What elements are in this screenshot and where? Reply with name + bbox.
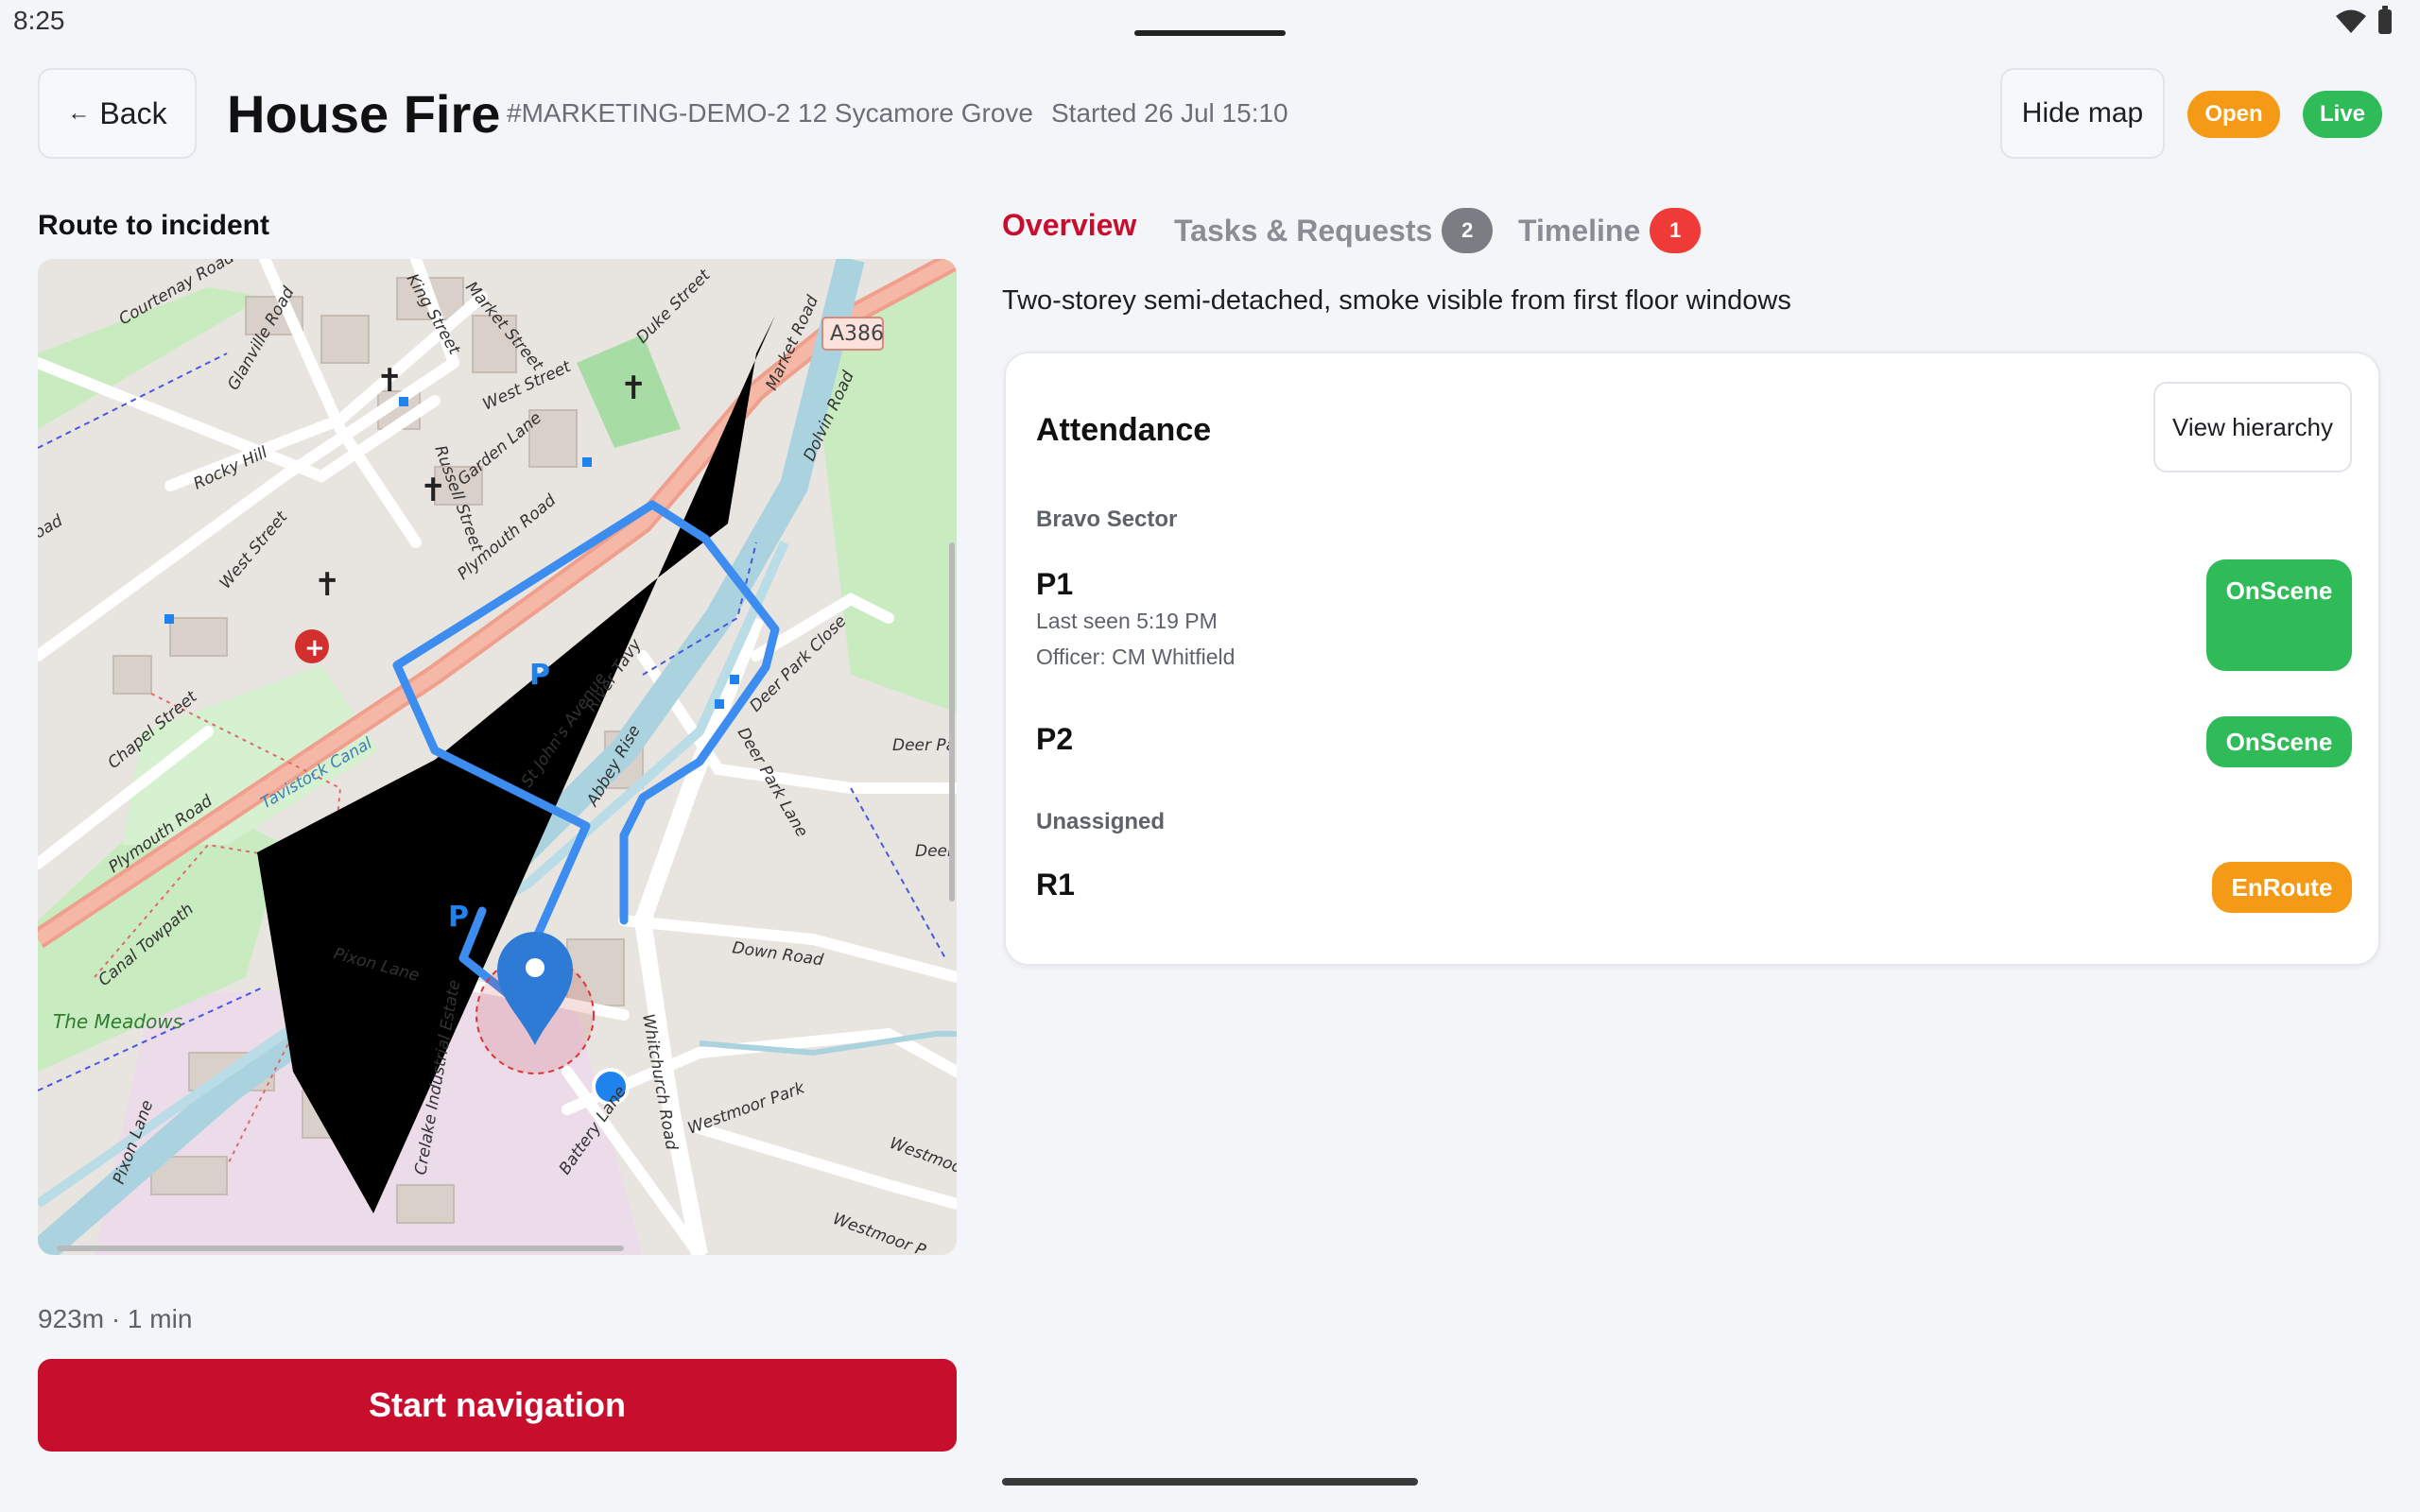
svg-text:✝: ✝ (620, 369, 648, 407)
view-hierarchy-button[interactable]: View hierarchy (2153, 382, 2352, 472)
camera-notch (1134, 30, 1286, 36)
tab-timeline[interactable]: Timeline 1 (1518, 208, 1702, 253)
page-title: House Fire (227, 84, 501, 144)
unit-name: R1 (1036, 868, 1075, 902)
map-label: The Meadows (53, 1010, 182, 1033)
map-label: Deer (915, 842, 955, 861)
status-badge-open: Open (2187, 91, 2280, 138)
route-summary: 923m · 1 min (38, 1304, 193, 1333)
a386-label: A386 (830, 322, 884, 346)
tab-count-badge: 2 (1442, 208, 1494, 253)
back-button[interactable]: ← Back (38, 68, 197, 159)
group-label: Bravo Sector (1036, 507, 1178, 532)
svg-text:+: + (304, 634, 325, 662)
route-map[interactable]: ✝ ✝ ✝ ✝ + P P A386 Courtenay Road Glanvi… (38, 259, 957, 1255)
svg-text:P: P (529, 659, 550, 692)
tab-count-badge: 1 (1650, 208, 1702, 253)
battery-icon (2378, 6, 2392, 34)
unit-name: P1 (1036, 567, 1074, 601)
incident-address: 12 Sycamore Grove (798, 98, 1033, 128)
incident-started: Started 26 Jul 15:10 (1051, 98, 1288, 128)
tab-label: Timeline (1518, 213, 1641, 248)
route-section-title: Route to incident (38, 210, 269, 241)
status-time: 8:25 (13, 6, 65, 35)
map-scrollbar-horizontal[interactable] (57, 1246, 624, 1251)
status-badge-live: Live (2303, 91, 2382, 138)
unit-status-badge[interactable]: EnRoute (2212, 862, 2352, 913)
status-icons (2335, 6, 2392, 34)
wifi-icon (2336, 9, 2366, 33)
unit-officer: Officer: CM Whitfield (1036, 644, 1236, 669)
unit-last-seen: Last seen 5:19 PM (1036, 609, 1218, 633)
svg-text:✝: ✝ (376, 362, 404, 400)
svg-text:✝: ✝ (314, 566, 341, 604)
hide-map-button[interactable]: Hide map (2000, 68, 2165, 159)
start-navigation-button[interactable]: Start navigation (38, 1359, 957, 1452)
tab-tasks-requests[interactable]: Tasks & Requests 2 (1174, 208, 1494, 253)
home-indicator[interactable] (1002, 1478, 1418, 1486)
map-scrollbar[interactable] (949, 542, 955, 902)
group-label: Unassigned (1036, 809, 1166, 834)
attendance-title: Attendance (1036, 412, 1212, 448)
unit-status-badge[interactable]: OnScene (2206, 716, 2352, 767)
map-label: Deer Pa (892, 736, 956, 755)
attendance-card: Attendance View hierarchy Bravo Sector P… (1004, 352, 2380, 966)
unit-status-badge[interactable]: OnScene (2206, 559, 2352, 671)
tab-overview[interactable]: Overview (1002, 208, 1136, 243)
tab-label: Tasks & Requests (1174, 213, 1433, 248)
svg-text:P: P (448, 901, 469, 934)
back-arrow-icon: ← (67, 100, 91, 126)
tab-label: Overview (1002, 208, 1137, 242)
unit-name: P2 (1036, 722, 1074, 756)
incident-description: Two-storey semi-detached, smoke visible … (1002, 285, 1791, 316)
incident-id: #MARKETING-DEMO-2 (507, 98, 791, 128)
back-label: Back (99, 95, 167, 130)
map-canvas[interactable]: ✝ ✝ ✝ ✝ + P P A386 Courtenay Road Glanvi… (38, 259, 957, 1255)
